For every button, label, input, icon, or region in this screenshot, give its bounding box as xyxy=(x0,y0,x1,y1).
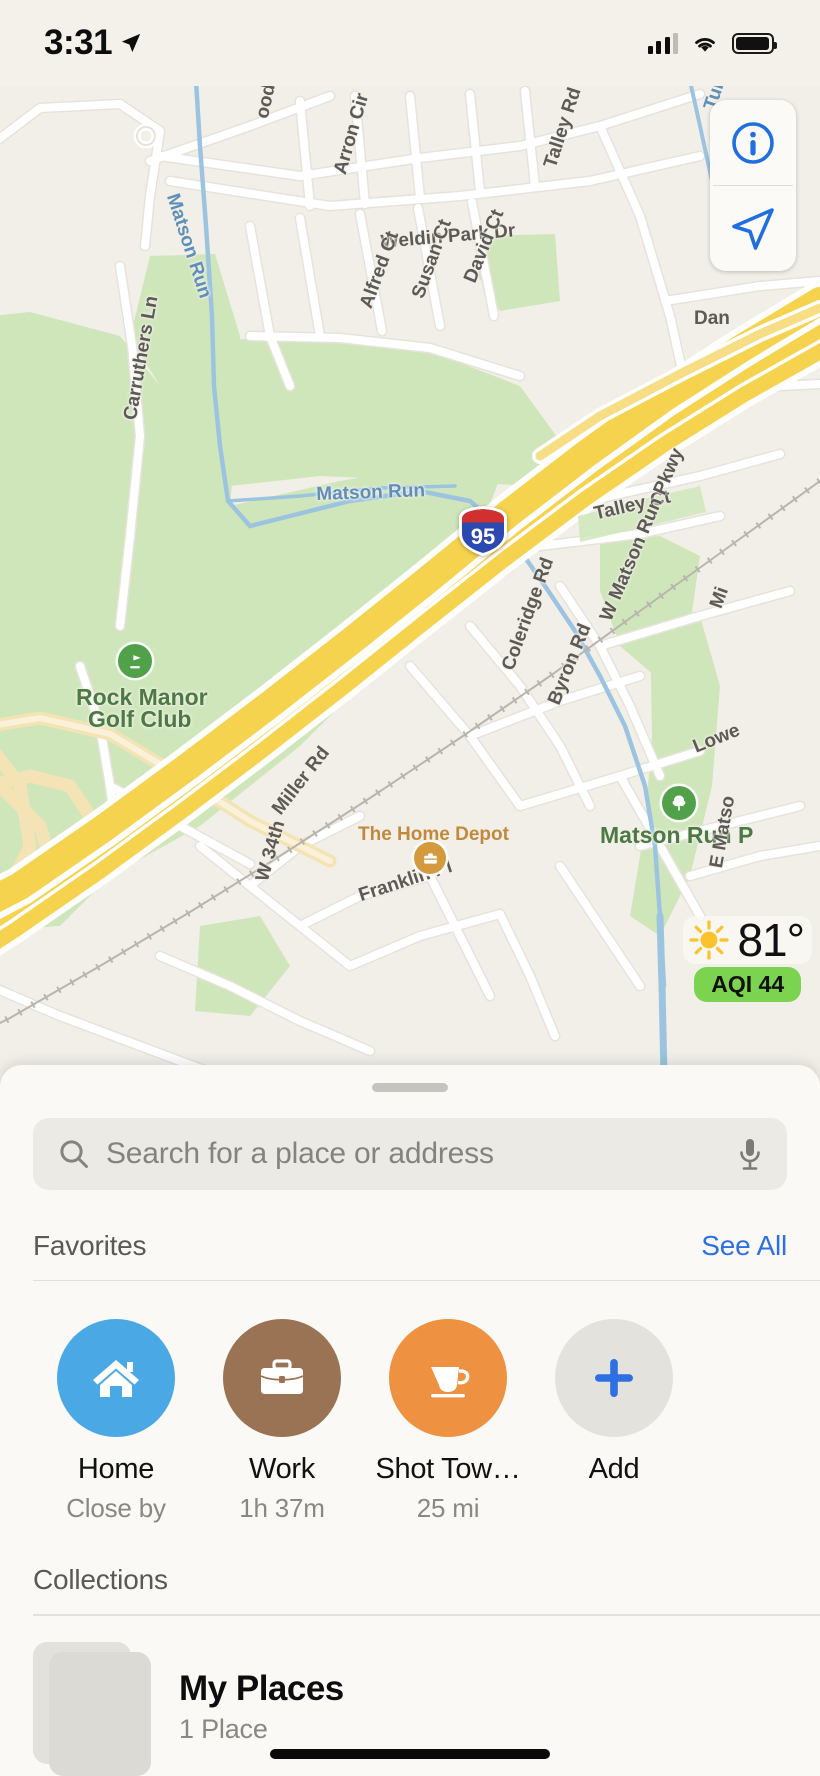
favorite-icon-circle xyxy=(389,1319,507,1438)
house-icon xyxy=(93,1360,139,1398)
collection-title: My Places xyxy=(179,1668,344,1708)
status-bar: 3:31 xyxy=(0,0,820,86)
map-controls-panel xyxy=(710,100,796,271)
home-indicator xyxy=(270,1749,550,1759)
favorite-icon-circle xyxy=(57,1319,175,1438)
favorite-label: Shot Tow… xyxy=(375,1453,521,1486)
favorite-subtitle: Close by xyxy=(66,1493,166,1524)
collection-text: My Places 1 Place xyxy=(179,1669,344,1745)
golf-course-icon[interactable] xyxy=(118,644,152,678)
interstate-95-shield: 95 xyxy=(455,504,511,558)
favorite-icon-circle xyxy=(555,1319,673,1438)
map-canvas[interactable]: Matson Run ood Rd Arron Cir Weldin Park Dr T… xyxy=(0,86,820,1086)
stacked-cards-icon xyxy=(33,1641,151,1776)
location-arrow-icon xyxy=(732,207,774,250)
search-icon xyxy=(60,1140,88,1168)
home-depot-icon[interactable] xyxy=(414,842,446,874)
map-user-location-button[interactable] xyxy=(710,186,796,271)
favorite-label: Work xyxy=(249,1453,315,1486)
favorite-icon-circle xyxy=(223,1319,341,1438)
plus-icon xyxy=(595,1359,633,1398)
collections-header: Collections xyxy=(0,1564,820,1596)
search-container: Search for a place or address xyxy=(33,1118,787,1190)
search-placeholder-text: Search for a place or address xyxy=(106,1137,494,1170)
cellular-bars-icon xyxy=(647,32,678,54)
collections-title: Collections xyxy=(33,1564,168,1596)
wifi-icon xyxy=(695,38,715,52)
status-bar-clock: 3:31 xyxy=(44,23,113,62)
info-circle-icon xyxy=(732,121,774,164)
favorite-item-shot-tower[interactable]: Shot Tow… 25 mi xyxy=(365,1319,531,1524)
coffee-cup-icon xyxy=(431,1367,470,1398)
favorite-subtitle: 1h 37m xyxy=(239,1493,325,1524)
briefcase-icon xyxy=(260,1359,304,1395)
search-input[interactable]: Search for a place or address xyxy=(33,1118,787,1190)
microphone-icon[interactable] xyxy=(735,1136,765,1172)
park-tree-icon[interactable] xyxy=(662,786,696,820)
sheet-grabber-handle[interactable] xyxy=(372,1083,448,1092)
favorites-divider xyxy=(33,1280,820,1282)
weather-temperature: 81° xyxy=(737,913,805,966)
favorite-label: Add xyxy=(588,1453,640,1486)
favorites-see-all-button[interactable]: See All xyxy=(701,1230,787,1262)
favorites-list: Home Close by Work 1h 37m Shot Tow… 25 m… xyxy=(0,1319,820,1524)
status-bar-right xyxy=(647,32,777,54)
weather-widget[interactable]: 81° AQI 44 xyxy=(683,913,812,1002)
favorites-header: Favorites See All xyxy=(0,1230,820,1262)
favorite-label: Home xyxy=(77,1453,155,1486)
air-quality-badge[interactable]: AQI 44 xyxy=(694,966,802,1002)
collections-divider xyxy=(33,1614,820,1616)
bottom-sheet[interactable]: Search for a place or address Favorites … xyxy=(0,1065,820,1776)
map-info-button[interactable] xyxy=(710,100,796,185)
location-arrow-icon xyxy=(121,33,141,53)
sun-icon xyxy=(689,920,730,960)
favorite-item-work[interactable]: Work 1h 37m xyxy=(199,1319,365,1524)
weather-temperature-row: 81° xyxy=(683,913,812,966)
favorite-item-add[interactable]: Add xyxy=(531,1319,697,1524)
favorite-subtitle: 25 mi xyxy=(416,1493,480,1524)
status-bar-left: 3:31 xyxy=(44,23,142,63)
svg-text:95: 95 xyxy=(471,524,495,549)
favorite-item-home[interactable]: Home Close by xyxy=(33,1319,199,1524)
battery-icon xyxy=(732,32,777,54)
collection-subtitle: 1 Place xyxy=(179,1713,268,1744)
favorites-title: Favorites xyxy=(33,1230,147,1261)
